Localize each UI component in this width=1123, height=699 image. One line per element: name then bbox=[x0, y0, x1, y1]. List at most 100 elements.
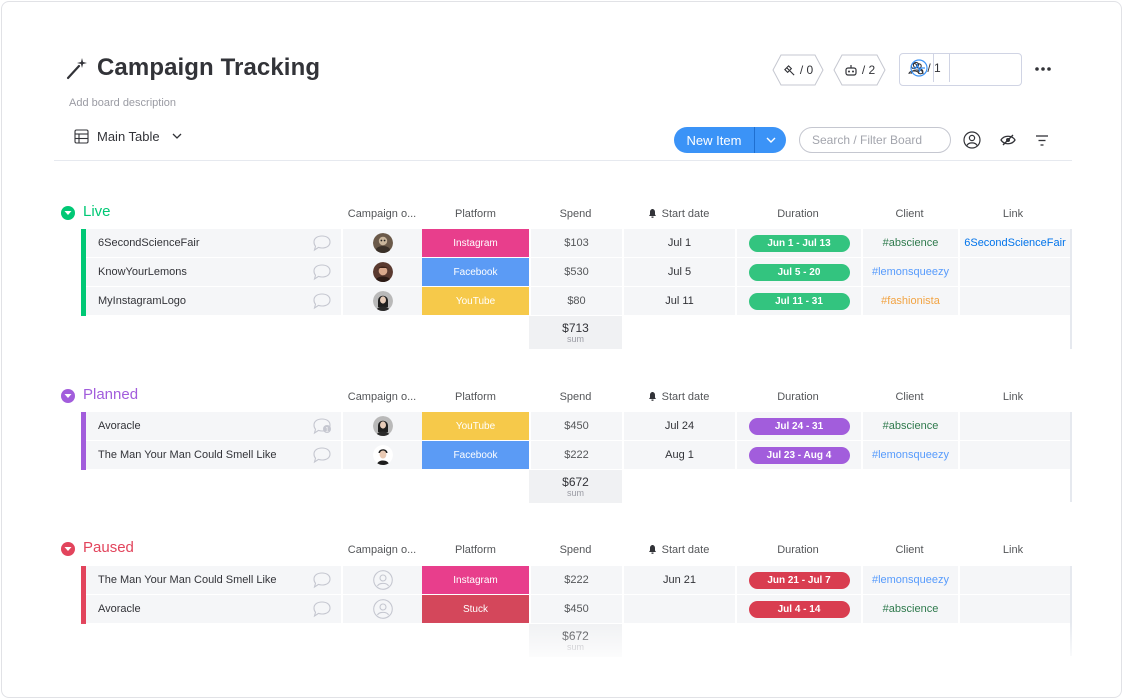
group-title[interactable]: Paused bbox=[83, 539, 134, 556]
duration-cell[interactable]: Jul 24 - 31 bbox=[737, 412, 861, 440]
column-header-platform[interactable]: Platform bbox=[422, 208, 529, 220]
client-cell[interactable]: #lemonsqueezy bbox=[863, 441, 958, 469]
table-row[interactable]: The Man Your Man Could Smell Like Instag… bbox=[81, 566, 1072, 595]
table-row[interactable]: MyInstagramLogo YouTube $80 Jul 11 Jul 1… bbox=[81, 287, 1072, 316]
start-date-cell[interactable]: Jul 5 bbox=[624, 258, 735, 286]
search-input[interactable] bbox=[799, 127, 951, 153]
duration-cell[interactable]: Jun 21 - Jul 7 bbox=[737, 566, 861, 594]
link-cell[interactable] bbox=[960, 287, 1070, 315]
client-cell[interactable]: #lemonsqueezy bbox=[863, 566, 958, 594]
column-header-link[interactable]: Link bbox=[958, 391, 1068, 403]
table-row[interactable]: Avoracle 1 YouTube $450 Jul 24 Jul 24 - … bbox=[81, 412, 1072, 441]
link-cell[interactable] bbox=[960, 258, 1070, 286]
client-cell[interactable]: #abscience bbox=[863, 412, 958, 440]
owner-cell[interactable] bbox=[343, 566, 422, 594]
page-title[interactable]: Campaign Tracking bbox=[97, 54, 320, 82]
link-text[interactable]: 6SecondScienceFair bbox=[964, 237, 1066, 249]
duration-cell[interactable]: Jun 1 - Jul 13 bbox=[737, 229, 861, 257]
platform-cell[interactable]: Instagram bbox=[422, 566, 529, 594]
start-date-cell[interactable]: Jun 21 bbox=[624, 566, 735, 594]
filter-button[interactable] bbox=[1033, 131, 1051, 149]
column-header-client[interactable]: Client bbox=[861, 391, 958, 403]
platform-cell[interactable]: Instagram bbox=[422, 229, 529, 257]
duration-cell[interactable]: Jul 23 - Aug 4 bbox=[737, 441, 861, 469]
column-header-platform[interactable]: Platform bbox=[422, 544, 529, 556]
owner-cell[interactable] bbox=[343, 441, 422, 469]
group-title[interactable]: Planned bbox=[83, 386, 138, 403]
link-cell[interactable] bbox=[960, 412, 1070, 440]
client-cell[interactable]: #abscience bbox=[863, 229, 958, 257]
table-row[interactable]: The Man Your Man Could Smell Like Facebo… bbox=[81, 441, 1072, 470]
owner-cell[interactable] bbox=[343, 595, 422, 623]
column-header-duration[interactable]: Duration bbox=[735, 391, 861, 403]
person-filter-button[interactable] bbox=[963, 131, 981, 149]
start-date-cell[interactable] bbox=[624, 595, 735, 623]
column-header-duration[interactable]: Duration bbox=[735, 544, 861, 556]
start-date-cell[interactable]: Aug 1 bbox=[624, 441, 735, 469]
item-name[interactable]: The Man Your Man Could Smell Like bbox=[98, 574, 277, 586]
platform-cell[interactable]: Facebook bbox=[422, 441, 529, 469]
spend-cell[interactable]: $450 bbox=[531, 412, 622, 440]
column-header-duration[interactable]: Duration bbox=[735, 208, 861, 220]
item-name[interactable]: Avoracle bbox=[98, 603, 141, 615]
column-header-owner[interactable]: Campaign o... bbox=[342, 208, 422, 220]
view-selector[interactable]: Main Table bbox=[74, 129, 182, 144]
item-name[interactable]: Avoracle bbox=[98, 420, 141, 432]
item-name[interactable]: MyInstagramLogo bbox=[98, 295, 186, 307]
platform-cell[interactable]: Facebook bbox=[422, 258, 529, 286]
integrations-counter[interactable]: / 0 bbox=[772, 54, 824, 86]
new-item-dropdown[interactable] bbox=[754, 127, 786, 153]
comment-bubble-icon[interactable] bbox=[312, 600, 332, 618]
owner-cell[interactable] bbox=[343, 229, 422, 257]
link-cell[interactable] bbox=[960, 595, 1070, 623]
client-cell[interactable]: #fashionista bbox=[863, 287, 958, 315]
owner-cell[interactable] bbox=[343, 412, 422, 440]
table-row[interactable]: 6SecondScienceFair Instagram $103 Jul 1 … bbox=[81, 229, 1072, 258]
platform-cell[interactable]: YouTube bbox=[422, 412, 529, 440]
more-options-button[interactable] bbox=[1033, 59, 1053, 79]
comment-bubble-icon[interactable] bbox=[312, 571, 332, 589]
comment-bubble-icon[interactable] bbox=[312, 263, 332, 281]
item-name[interactable]: 6SecondScienceFair bbox=[98, 237, 200, 249]
column-header-owner[interactable]: Campaign o... bbox=[342, 391, 422, 403]
table-row[interactable]: Avoracle Stuck $450 Jul 4 - 14 #abscienc… bbox=[81, 595, 1072, 624]
owner-cell[interactable] bbox=[343, 258, 422, 286]
start-date-cell[interactable]: Jul 1 bbox=[624, 229, 735, 257]
comment-bubble-icon[interactable] bbox=[312, 446, 332, 464]
column-header-owner[interactable]: Campaign o... bbox=[342, 544, 422, 556]
item-name[interactable]: KnowYourLemons bbox=[98, 266, 187, 278]
client-cell[interactable]: #lemonsqueezy bbox=[863, 258, 958, 286]
column-header-spend[interactable]: Spend bbox=[529, 544, 622, 556]
table-row[interactable]: KnowYourLemons Facebook $530 Jul 5 Jul 5… bbox=[81, 258, 1072, 287]
duration-cell[interactable]: Jul 11 - 31 bbox=[737, 287, 861, 315]
board-description[interactable]: Add board description bbox=[69, 97, 176, 109]
new-item-button[interactable]: New Item bbox=[674, 127, 754, 153]
column-header-start-date[interactable]: Start date bbox=[622, 208, 735, 220]
spend-cell[interactable]: $103 bbox=[531, 229, 622, 257]
spend-cell[interactable]: $450 bbox=[531, 595, 622, 623]
start-date-cell[interactable]: Jul 24 bbox=[624, 412, 735, 440]
group-collapse-toggle[interactable] bbox=[61, 206, 75, 220]
column-header-spend[interactable]: Spend bbox=[529, 391, 622, 403]
link-cell[interactable] bbox=[960, 441, 1070, 469]
column-header-link[interactable]: Link bbox=[958, 208, 1068, 220]
platform-cell[interactable]: YouTube bbox=[422, 287, 529, 315]
spend-cell[interactable]: $80 bbox=[531, 287, 622, 315]
spend-cell[interactable]: $222 bbox=[531, 566, 622, 594]
start-date-cell[interactable]: Jul 11 bbox=[624, 287, 735, 315]
platform-cell[interactable]: Stuck bbox=[422, 595, 529, 623]
comment-bubble-icon[interactable] bbox=[312, 292, 332, 310]
link-cell[interactable] bbox=[960, 566, 1070, 594]
owner-cell[interactable] bbox=[343, 287, 422, 315]
column-header-spend[interactable]: Spend bbox=[529, 208, 622, 220]
group-collapse-toggle[interactable] bbox=[61, 542, 75, 556]
column-header-client[interactable]: Client bbox=[861, 208, 958, 220]
link-cell[interactable]: 6SecondScienceFair bbox=[960, 229, 1070, 257]
column-header-platform[interactable]: Platform bbox=[422, 391, 529, 403]
group-collapse-toggle[interactable] bbox=[61, 389, 75, 403]
column-header-client[interactable]: Client bbox=[861, 544, 958, 556]
column-header-link[interactable]: Link bbox=[958, 544, 1068, 556]
group-title[interactable]: Live bbox=[83, 203, 111, 220]
client-cell[interactable]: #abscience bbox=[863, 595, 958, 623]
hide-columns-button[interactable] bbox=[999, 131, 1017, 149]
